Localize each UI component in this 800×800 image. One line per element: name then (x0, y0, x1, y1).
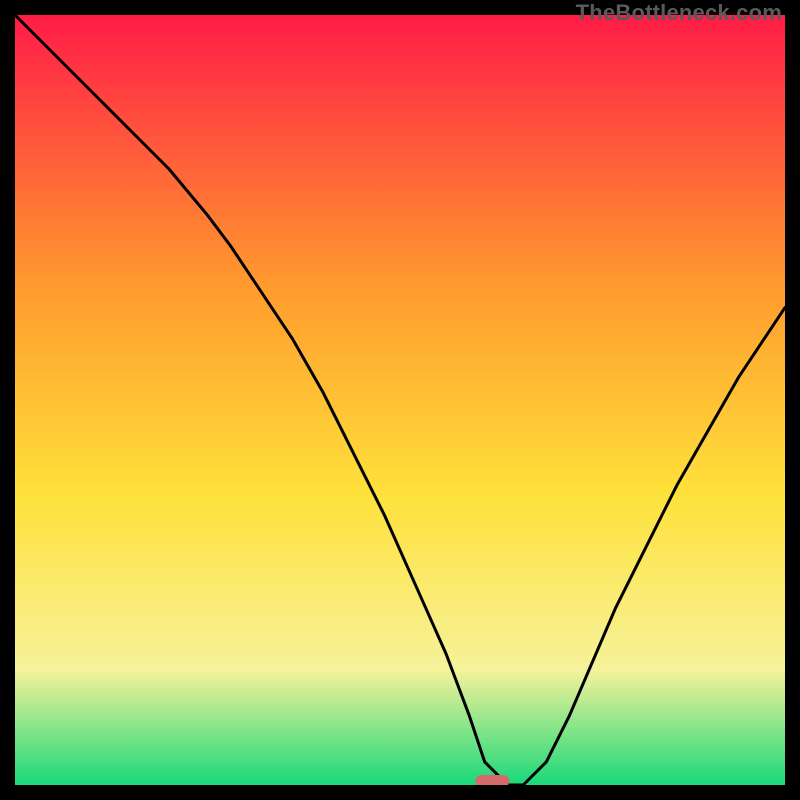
plot-area (15, 15, 785, 785)
watermark: TheBottleneck.com (576, 0, 782, 26)
chart-frame: { "watermark": "TheBottleneck.com", "cha… (0, 0, 800, 800)
chart-svg (15, 15, 785, 785)
optimum-marker (475, 775, 509, 785)
